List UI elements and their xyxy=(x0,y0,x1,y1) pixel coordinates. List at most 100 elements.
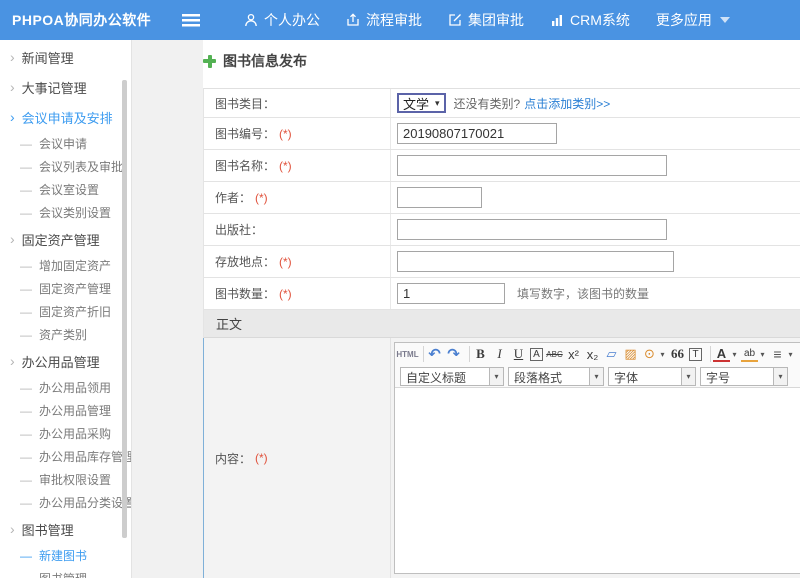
item-marker-icon: › xyxy=(10,79,15,95)
item-marker-icon: — xyxy=(20,572,32,578)
field-label: 图书编号：(*) xyxy=(204,125,390,142)
sidebar-item-book-manage[interactable]: — 图书管理 xyxy=(0,567,131,578)
add-category-link[interactable]: 点击添加类别>> xyxy=(524,95,610,112)
highlight-icon[interactable]: ab xyxy=(741,347,758,362)
item-marker-icon: › xyxy=(10,521,15,537)
sidebar-item-meeting-room[interactable]: — 会议室设置 xyxy=(0,178,131,201)
format-brush-icon[interactable]: ▨ xyxy=(622,345,639,363)
sidebar-item-supplies-category[interactable]: — 办公用品分类设置 xyxy=(0,491,131,514)
nav-workflow-approval[interactable]: 流程审批 xyxy=(346,10,422,30)
book-number-input[interactable] xyxy=(397,123,557,144)
sidebar-item-meeting-apply[interactable]: — 会议申请 xyxy=(0,132,131,155)
editor-toolbar-row2: 自定义标题 ▾ 段落格式 ▾ 字体 ▾ 字号 xyxy=(395,365,800,387)
sidebar-item-approval-permission[interactable]: — 审批权限设置 xyxy=(0,468,131,491)
author-input[interactable] xyxy=(397,187,482,208)
sidebar-item-book-new[interactable]: — 新建图书 xyxy=(0,544,131,567)
ordered-list-icon[interactable]: ≡ xyxy=(769,345,786,363)
top-nav: 个人办公 流程审批 集团审批 CRM系统 更多应用 xyxy=(218,10,730,30)
underline-icon[interactable]: U xyxy=(510,345,527,363)
form-rows: 图书编号：(*) 图书名称：(*) xyxy=(204,118,800,310)
dropdown-caret-icon[interactable]: ▾ xyxy=(758,345,767,363)
source-code-icon[interactable]: HTML xyxy=(399,345,416,363)
font-size-dropdown[interactable]: 字号 ▾ xyxy=(700,367,788,386)
sidebar-menu: › 新闻管理 › 大事记管理 › 会议申请及安排 — 会议申请 — 会议列表及审… xyxy=(0,40,132,578)
sidebar-item-label: 办公用品分类设置 xyxy=(39,494,132,511)
sidebar-item-supplies-purchase[interactable]: — 办公用品采购 xyxy=(0,422,131,445)
item-marker-icon: — xyxy=(20,160,32,174)
sidebar-group-books[interactable]: › 图书管理 xyxy=(0,514,131,544)
book-quantity-input[interactable] xyxy=(397,283,505,304)
required-mark: (*) xyxy=(279,255,292,269)
category-note: 还没有类别? xyxy=(454,95,521,112)
sidebar-group-news[interactable]: › 新闻管理 xyxy=(0,42,131,72)
sidebar-group-supplies[interactable]: › 办公用品管理 xyxy=(0,346,131,376)
form-row: 存放地点：(*) xyxy=(204,246,800,278)
redo-icon[interactable]: ↷ xyxy=(445,345,462,363)
toolbar-separator[interactable] xyxy=(464,346,470,362)
field-hint: 填写数字，该图书的数量 xyxy=(517,285,649,302)
subscript-icon[interactable]: x₂ xyxy=(584,345,601,363)
nav-more-apps[interactable]: 更多应用 xyxy=(656,10,730,30)
nav-group-approval[interactable]: 集团审批 xyxy=(448,10,524,30)
sidebar-item-asset-depreciation[interactable]: — 固定资产折旧 xyxy=(0,300,131,323)
item-marker-icon: › xyxy=(10,49,15,65)
sidebar-item-label: 固定资产管理 xyxy=(39,280,111,297)
sidebar-group-meetings[interactable]: › 会议申请及安排 xyxy=(0,102,131,132)
required-mark: (*) xyxy=(255,451,268,465)
blockquote-icon[interactable]: 66 xyxy=(669,345,686,363)
sidebar-item-label: 会议申请 xyxy=(39,135,87,152)
sidebar-item-asset-category[interactable]: — 资产类别 xyxy=(0,323,131,346)
item-marker-icon: — xyxy=(20,259,32,273)
sidebar-item-supplies-requisition[interactable]: — 办公用品领用 xyxy=(0,376,131,399)
sidebar-item-label: 增加固定资产 xyxy=(39,257,111,274)
sidebar-item-label: 会议申请及安排 xyxy=(22,108,113,127)
nav-personal-office[interactable]: 个人办公 xyxy=(244,10,320,30)
sidebar-item-asset-add[interactable]: — 增加固定资产 xyxy=(0,254,131,277)
sidebar-group-events[interactable]: › 大事记管理 xyxy=(0,72,131,102)
item-marker-icon: — xyxy=(20,137,32,151)
sidebar-group-assets[interactable]: › 固定资产管理 xyxy=(0,224,131,254)
required-mark: (*) xyxy=(279,287,292,301)
paste-text-icon[interactable]: T xyxy=(689,348,702,361)
strikethrough-icon[interactable]: ABC xyxy=(546,345,563,363)
item-marker-icon: › xyxy=(10,109,15,125)
sidebar-item-meeting-list[interactable]: — 会议列表及审批 xyxy=(0,155,131,178)
dropdown-caret-icon[interactable]: ▾ xyxy=(658,345,667,363)
autotypeset-icon[interactable]: A xyxy=(530,348,543,361)
item-marker-icon: — xyxy=(20,549,32,563)
custom-heading-dropdown[interactable]: 自定义标题 ▾ xyxy=(400,367,504,386)
field-label: 作者：(*) xyxy=(204,189,390,206)
paragraph-format-dropdown[interactable]: 段落格式 ▾ xyxy=(508,367,604,386)
item-marker-icon: — xyxy=(20,473,32,487)
editor-content-area[interactable] xyxy=(395,387,800,573)
nav-crm-system[interactable]: CRM系统 xyxy=(550,10,630,30)
eraser-icon[interactable]: ▱ xyxy=(603,345,620,363)
book-category-select[interactable]: 文学 ▾ xyxy=(397,93,446,113)
sidebar-item-supplies-manage[interactable]: — 办公用品管理 xyxy=(0,399,131,422)
superscript-icon[interactable]: x² xyxy=(565,345,582,363)
font-family-dropdown[interactable]: 字体 ▾ xyxy=(608,367,696,386)
italic-icon[interactable]: I xyxy=(491,345,508,363)
publisher-input[interactable] xyxy=(397,219,667,240)
book-name-input[interactable] xyxy=(397,155,667,176)
sidebar-item-asset-manage[interactable]: — 固定资产管理 xyxy=(0,277,131,300)
hamburger-menu-icon[interactable] xyxy=(182,14,200,27)
dropdown-caret-icon[interactable]: ▾ xyxy=(730,345,739,363)
toolbar-separator[interactable] xyxy=(705,346,711,362)
main-content: 图书信息发布 图书类目： 文学 ▾ 还没有类别? 点击添加类别>> 图书编号：(… xyxy=(132,40,800,578)
field-label: 图书类目： xyxy=(204,95,390,112)
dropdown-caret-icon[interactable]: ▾ xyxy=(786,345,795,363)
undo-icon[interactable]: ↶ xyxy=(426,345,443,363)
toolbar-separator[interactable] xyxy=(418,346,424,362)
storage-location-input[interactable] xyxy=(397,251,674,272)
font-color-icon[interactable]: A xyxy=(713,347,730,362)
sidebar-item-label: 审批权限设置 xyxy=(39,471,111,488)
sidebar-scrollbar[interactable] xyxy=(122,80,127,538)
item-marker-icon: — xyxy=(20,282,32,296)
chevron-down-icon xyxy=(720,17,730,23)
sidebar-item-supplies-inventory[interactable]: — 办公用品库存管理 xyxy=(0,445,131,468)
sidebar-item-meeting-category[interactable]: — 会议类别设置 xyxy=(0,201,131,224)
color-palette-icon[interactable]: ⊙ xyxy=(641,345,658,363)
bold-icon[interactable]: B xyxy=(472,345,489,363)
item-marker-icon: — xyxy=(20,183,32,197)
